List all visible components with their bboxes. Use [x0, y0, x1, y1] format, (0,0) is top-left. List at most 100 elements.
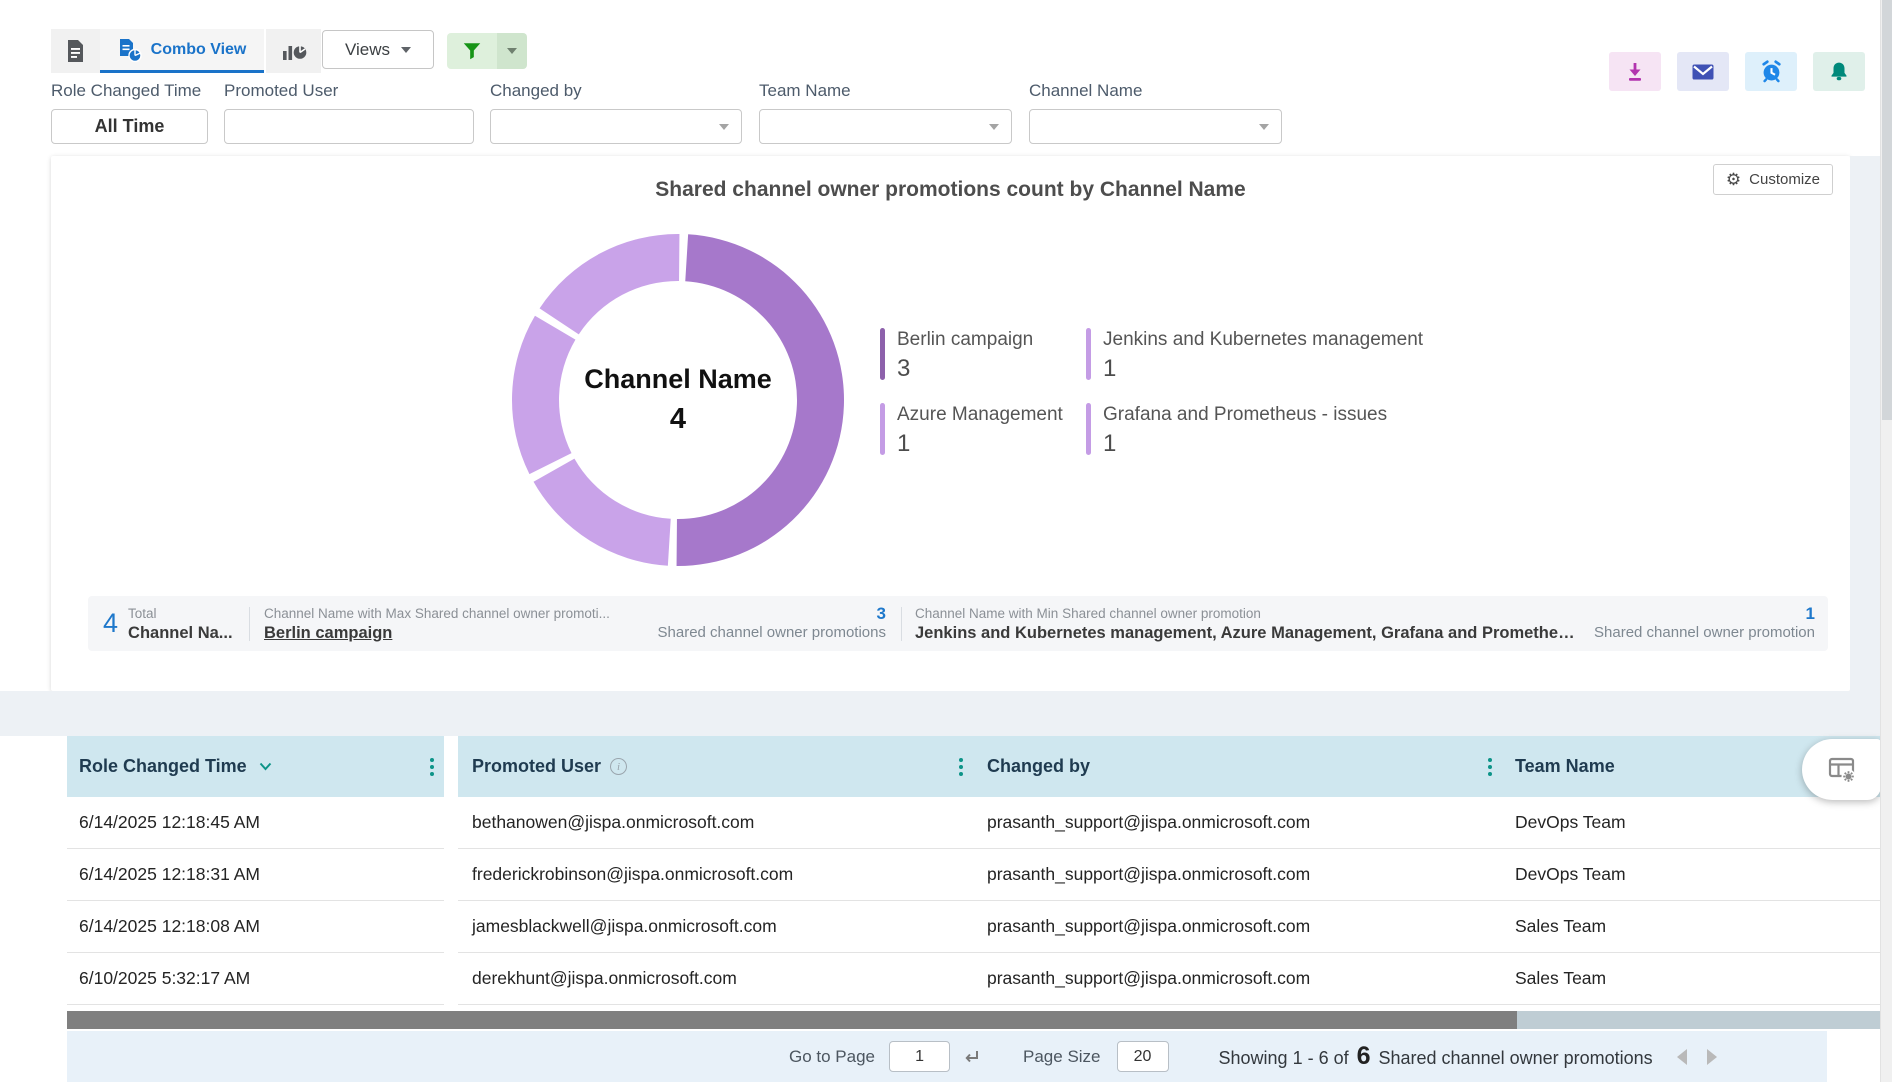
go-to-page-label: Go to Page	[789, 1047, 875, 1067]
download-icon	[1623, 60, 1647, 84]
column-header-promoted-user[interactable]: Promoted User	[458, 736, 973, 797]
legend-color-bar	[880, 328, 885, 380]
summary-min-caption: Channel Name with Min Shared channel own…	[915, 605, 1575, 623]
action-icons	[1609, 52, 1865, 91]
donut-chart[interactable]: Channel Name 4	[510, 232, 846, 568]
showing-total: 6	[1357, 1042, 1371, 1071]
summary-min: Channel Name with Min Shared channel own…	[902, 605, 1828, 643]
horizontal-scrollbar[interactable]	[67, 1011, 1880, 1029]
legend-value: 1	[1103, 355, 1423, 383]
tab-chart-view[interactable]	[264, 29, 321, 73]
chevron-down-icon	[507, 48, 517, 54]
cell-team-name: DevOps Team	[1502, 797, 1880, 849]
view-tabs: Combo View	[51, 29, 321, 73]
alarm-clock-icon	[1759, 59, 1784, 84]
page-size-input[interactable]	[1117, 1041, 1169, 1072]
cell-team-name: DevOps Team	[1502, 849, 1880, 901]
filter-team-name: Team Name	[759, 81, 1012, 144]
filter-channel-name: Channel Name	[1029, 81, 1282, 144]
schedule-button[interactable]	[1745, 52, 1797, 91]
cell-team-name: Sales Team	[1502, 953, 1880, 1005]
summary-max-caption: Channel Name with Max Shared channel own…	[264, 605, 610, 623]
legend-color-bar	[1086, 328, 1091, 380]
tab-combo-view-label: Combo View	[151, 41, 247, 59]
filter-split-button	[447, 33, 527, 69]
table-row: 6/10/2025 5:32:17 AM derekhunt@jispa.onm…	[67, 953, 1880, 1005]
summary-max-value-caption: Shared channel owner promotions	[658, 623, 886, 643]
donut-center-label: Channel Name	[584, 364, 772, 395]
role-changed-time-input[interactable]	[51, 109, 208, 144]
cell-role-changed-time: 6/14/2025 12:18:45 AM	[67, 797, 444, 849]
team-name-select[interactable]	[759, 109, 1012, 144]
horizontal-scrollbar-thumb[interactable]	[67, 1011, 1517, 1029]
go-to-page-input[interactable]	[889, 1041, 950, 1072]
summary-total-label: Channel Na...	[128, 623, 233, 643]
channel-name-select[interactable]	[1029, 109, 1282, 144]
chevron-down-icon	[989, 124, 999, 130]
changed-by-select[interactable]	[490, 109, 742, 144]
filter-label: Role Changed Time	[51, 81, 208, 101]
info-icon[interactable]	[610, 758, 627, 775]
next-page-button[interactable]	[1707, 1049, 1717, 1065]
summary-total: 4 Total Channel Na...	[88, 605, 249, 643]
summary-min-value-caption: Shared channel owner promotion	[1594, 623, 1815, 643]
views-label: Views	[345, 40, 390, 60]
legend-item: Jenkins and Kubernetes management 1	[1086, 328, 1423, 383]
table-row: 6/14/2025 12:18:31 AM frederickrobinson@…	[67, 849, 1880, 901]
previous-page-button[interactable]	[1677, 1049, 1687, 1065]
column-header-changed-by[interactable]: Changed by	[973, 736, 1502, 797]
tab-list-view[interactable]	[51, 29, 100, 73]
notifications-button[interactable]	[1813, 52, 1865, 91]
cell-role-changed-time: 6/14/2025 12:18:08 AM	[67, 901, 444, 953]
frozen-column-gap	[444, 736, 458, 797]
column-label: Team Name	[1515, 756, 1615, 777]
tab-combo-view[interactable]: Combo View	[100, 29, 264, 73]
filter-changed-by: Changed by	[490, 81, 742, 144]
cell-role-changed-time: 6/14/2025 12:18:31 AM	[67, 849, 444, 901]
column-label: Role Changed Time	[79, 756, 247, 777]
sort-desc-icon[interactable]	[259, 762, 272, 771]
filter-button[interactable]	[447, 33, 497, 69]
filter-label: Changed by	[490, 81, 742, 101]
table-row: 6/14/2025 12:18:45 AM bethanowen@jispa.o…	[67, 797, 1880, 849]
email-button[interactable]	[1677, 52, 1729, 91]
column-label: Changed by	[987, 756, 1090, 777]
column-menu-icon[interactable]	[959, 758, 963, 776]
filter-label: Team Name	[759, 81, 1012, 101]
summary-max: Channel Name with Max Shared channel own…	[250, 605, 901, 643]
mail-icon	[1690, 60, 1716, 84]
download-button[interactable]	[1609, 52, 1661, 91]
chevron-down-icon	[1259, 124, 1269, 130]
chart-legend: Berlin campaign 3 Jenkins and Kubernetes…	[880, 328, 1423, 458]
vertical-scrollbar[interactable]	[1880, 0, 1892, 1082]
bar-pie-chart-icon	[281, 39, 307, 63]
combo-view-icon	[118, 38, 142, 62]
cell-promoted-user: derekhunt@jispa.onmicrosoft.com	[458, 953, 973, 1005]
column-menu-icon[interactable]	[1488, 758, 1492, 776]
views-dropdown-button[interactable]: Views	[322, 30, 434, 69]
cell-promoted-user: jamesblackwell@jispa.onmicrosoft.com	[458, 901, 973, 953]
chart-title: Shared channel owner promotions count by…	[51, 178, 1850, 202]
donut-center: Channel Name 4	[510, 232, 846, 568]
legend-item: Azure Management 1	[880, 403, 1086, 458]
cell-changed-by: prasanth_support@jispa.onmicrosoft.com	[973, 953, 1502, 1005]
column-menu-icon[interactable]	[430, 758, 434, 776]
enter-arrow-icon[interactable]	[961, 1049, 981, 1065]
column-header-role-changed-time[interactable]: Role Changed Time	[67, 736, 444, 797]
document-icon	[65, 39, 86, 63]
legend-label: Berlin campaign	[897, 328, 1033, 352]
customize-button[interactable]: ⚙ Customize	[1713, 164, 1833, 195]
pagination-bar: Go to Page Page Size Showing 1 - 6 of 6 …	[67, 1031, 1827, 1082]
bell-icon	[1827, 60, 1851, 84]
promoted-user-input[interactable]	[224, 109, 474, 144]
showing-suffix: Shared channel owner promotions	[1379, 1048, 1653, 1069]
page-arrows	[1677, 1049, 1717, 1065]
legend-value: 1	[1103, 430, 1387, 458]
chevron-down-icon	[401, 47, 411, 53]
legend-color-bar	[880, 403, 885, 455]
summary-max-channel-link[interactable]: Berlin campaign	[264, 623, 610, 643]
filter-dropdown-toggle[interactable]	[497, 33, 527, 69]
table-header-row: Role Changed Time Promoted User Changed …	[67, 736, 1880, 797]
column-settings-button[interactable]	[1802, 739, 1881, 800]
vertical-scrollbar-thumb[interactable]	[1882, 0, 1892, 420]
